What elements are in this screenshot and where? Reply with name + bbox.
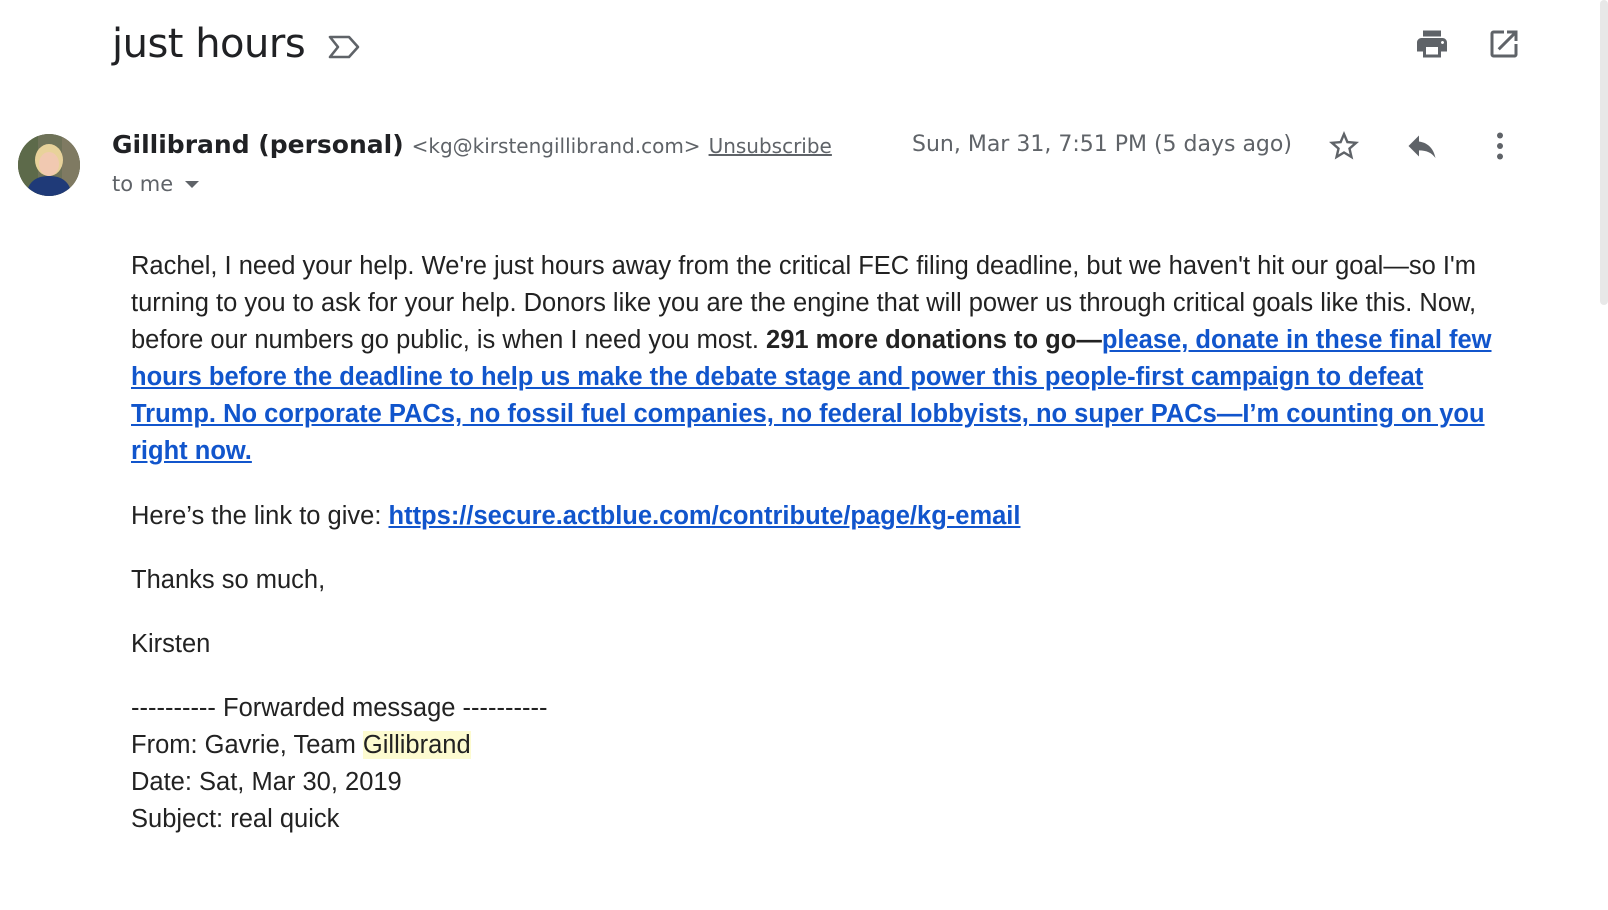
actblue-donation-link[interactable]: https://secure.actblue.com/contribute/pa…	[389, 502, 1021, 530]
search-highlight: Gillibrand	[362, 731, 471, 759]
thread-actions	[1414, 26, 1522, 62]
forwarded-from: From: Gavrie, Team Gillibrand	[131, 727, 1503, 764]
recipient-details-toggle[interactable]: to me	[112, 172, 200, 196]
more-vert-icon[interactable]	[1482, 126, 1518, 166]
scrollbar[interactable]	[1600, 0, 1608, 305]
give-link-prefix: Here’s the link to give:	[131, 502, 389, 530]
unsubscribe-link[interactable]: Unsubscribe	[709, 134, 832, 158]
intro-bold-text: 291 more donations to go—	[766, 326, 1102, 354]
reply-icon[interactable]	[1404, 126, 1440, 166]
email-subject-row: just hours	[112, 16, 361, 72]
star-icon[interactable]	[1326, 126, 1362, 166]
avatar-photo	[18, 134, 80, 196]
message-actions	[1326, 126, 1518, 166]
caret-down-icon	[185, 180, 200, 188]
forwarded-from-prefix: From: Gavrie, Team	[131, 731, 363, 759]
sender-line: Gillibrand (personal) <kg@kirstengillibr…	[112, 130, 832, 164]
email-subject: just hours	[112, 21, 306, 67]
body-thanks: Thanks so much,	[131, 566, 326, 594]
forwarded-message-block: ---------- Forwarded message ---------- …	[131, 690, 1503, 838]
sender-name[interactable]: Gillibrand (personal)	[112, 130, 404, 159]
sender-avatar[interactable]	[18, 134, 80, 196]
body-paragraph-intro: Rachel, I need your help. We're just hou…	[131, 248, 1503, 470]
forwarded-header: ---------- Forwarded message ----------	[131, 694, 548, 722]
message-body: Rachel, I need your help. We're just hou…	[131, 248, 1503, 838]
sender-email: <kg@kirstengillibrand.com>	[411, 134, 701, 158]
message-date: Sun, Mar 31, 7:51 PM (5 days ago)	[912, 132, 1292, 157]
open-in-new-window-icon[interactable]	[1486, 26, 1522, 62]
body-signature: Kirsten	[131, 630, 211, 658]
print-icon[interactable]	[1414, 26, 1450, 62]
forwarded-date: Date: Sat, Mar 30, 2019	[131, 768, 402, 796]
important-marker-icon[interactable]	[327, 32, 361, 62]
recipient-label: to me	[112, 172, 174, 196]
body-paragraph-give-link: Here’s the link to give: https://secure.…	[131, 498, 1503, 535]
forwarded-subject: Subject: real quick	[131, 805, 340, 833]
